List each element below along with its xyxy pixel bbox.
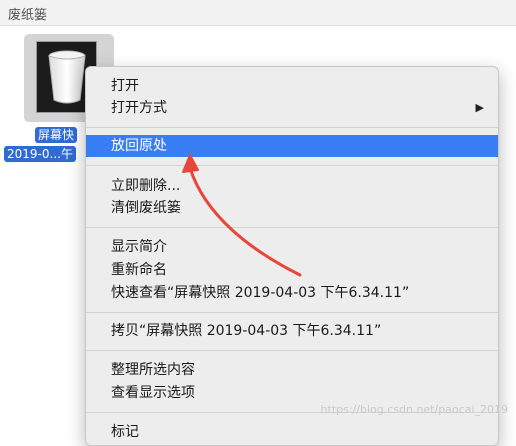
submenu-chevron-icon: ▶ <box>475 101 484 114</box>
menu-separator <box>86 227 498 228</box>
window-title: 废纸篓 <box>8 8 48 23</box>
menu-item-rename[interactable]: 重新命名 <box>86 259 498 281</box>
menu-item-empty-trash[interactable]: 清倒废纸篓 <box>86 197 498 219</box>
menu-separator <box>86 165 498 166</box>
menu-separator <box>86 350 498 351</box>
watermark-text: https://blog.csdn.net/paocai_2019 <box>320 403 508 416</box>
menu-item-open[interactable]: 打开 <box>86 75 498 97</box>
menu-item-open-with[interactable]: 打开方式 ▶ <box>86 97 498 119</box>
menu-item-label: 打开方式 <box>111 100 167 116</box>
menu-separator <box>86 127 498 128</box>
window-titlebar: 废纸篓 <box>0 0 516 26</box>
menu-item-quick-look[interactable]: 快速查看“屏幕快照 2019-04-03 下午6.34.11” <box>86 282 498 304</box>
file-name-line1[interactable]: 屏幕快 <box>35 127 78 143</box>
file-name-line2[interactable]: 2019-0...午 <box>4 146 76 162</box>
menu-item-arrange-selection[interactable]: 整理所选内容 <box>86 359 498 381</box>
menu-item-delete-immediately[interactable]: 立即删除... <box>86 175 498 197</box>
menu-separator <box>86 312 498 313</box>
menu-item-tags[interactable]: 标记 <box>86 421 498 443</box>
menu-item-get-info[interactable]: 显示简介 <box>86 236 498 258</box>
menu-item-show-view-options[interactable]: 查看显示选项 <box>86 382 498 404</box>
context-menu: 打开 打开方式 ▶ 放回原处 立即删除... 清倒废纸篓 显示简介 重新命名 快… <box>85 66 499 446</box>
menu-item-copy[interactable]: 拷贝“屏幕快照 2019-04-03 下午6.34.11” <box>86 320 498 342</box>
trash-can-icon <box>48 50 86 104</box>
menu-item-put-back[interactable]: 放回原处 <box>86 135 498 157</box>
